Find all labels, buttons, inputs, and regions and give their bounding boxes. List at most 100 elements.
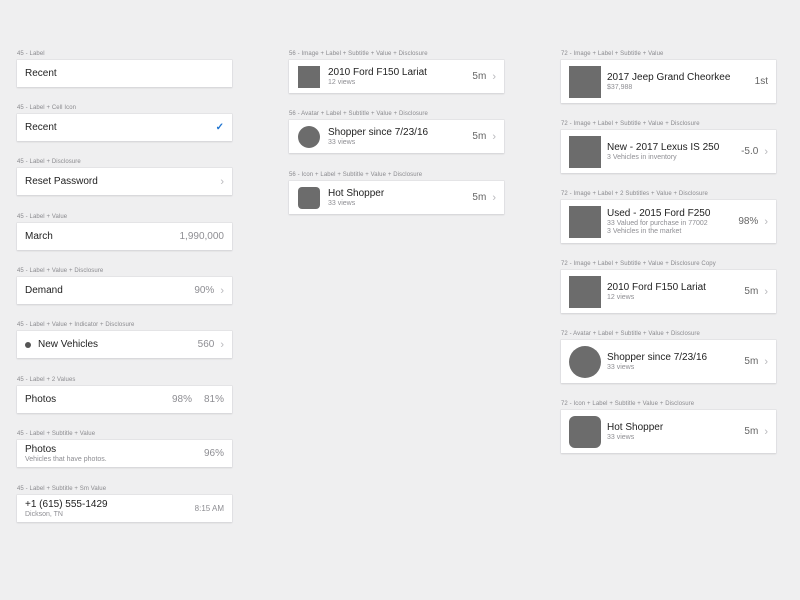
- chevron-right-icon: ›: [764, 285, 768, 298]
- cell-subtitle: 33 Valued for purchase in 77002: [607, 219, 708, 227]
- cell-label-2-values: 45 - Label + 2 Values Photos 98% 81%: [17, 376, 232, 413]
- cell-label-text: 2010 Ford F150 Lariat: [607, 281, 706, 293]
- cell-subtitle: 33 views: [328, 199, 356, 207]
- cell-caption: 72 - Image + Label + Subtitle + Value: [561, 51, 664, 57]
- chevron-right-icon: ›: [764, 355, 768, 368]
- cell-label-text: Shopper since 7/23/16: [328, 126, 429, 138]
- cell-value: 1,990,000: [179, 231, 225, 242]
- cell-subtitle: 33 views: [328, 138, 356, 146]
- cell-label-value-disclosure: 45 - Label + Value + Disclosure Demand 9…: [17, 267, 232, 304]
- cell-new-vehicles[interactable]: New Vehicles 560 ›: [17, 331, 232, 358]
- cell-avatar-56: 56 - Avatar + Label + Subtitle + Value +…: [289, 110, 504, 153]
- vehicle-image: [569, 275, 601, 308]
- cell-caption: 72 - Avatar + Label + Subtitle + Value +…: [561, 331, 700, 337]
- cell-label-subtitle-value: 45 - Label + Subtitle + Value Photos Veh…: [17, 430, 232, 467]
- cell-caption: 45 - Label + Disclosure: [17, 159, 81, 165]
- cell-label-text: Recent: [25, 67, 57, 79]
- cell-phone[interactable]: +1 (615) 555-1429 Dickson, TN 8:15 AM: [17, 495, 232, 522]
- cell-recent-checked[interactable]: Recent ✓: [17, 114, 232, 141]
- cell-value-1: 98%: [171, 394, 192, 405]
- cell-hot-shopper[interactable]: Hot Shopper 33 views 5m ›: [289, 181, 504, 214]
- cell-photos-subtitle[interactable]: Photos Vehicles that have photos. 96%: [17, 440, 232, 467]
- cell-value: 560: [197, 339, 215, 350]
- cell-value: 98%: [738, 216, 759, 227]
- chevron-right-icon: ›: [220, 284, 224, 297]
- cell-caption: 72 - Icon + Label + Subtitle + Value + D…: [561, 401, 695, 407]
- cell-lexus[interactable]: New - 2017 Lexus IS 250 3 Vehicles in in…: [561, 130, 776, 173]
- avatar: [569, 345, 601, 378]
- cell-subtitle: Dickson, TN: [25, 510, 63, 518]
- cell-image-disclosure-copy-72: 72 - Image + Label + Subtitle + Value + …: [561, 260, 776, 313]
- cell-demand[interactable]: Demand 90% ›: [17, 277, 232, 304]
- cell-label-value-indicator: 45 - Label + Value + Indicator + Disclos…: [17, 321, 232, 358]
- cell-subtitle: 12 views: [328, 78, 356, 86]
- cell-caption: 72 - Image + Label + Subtitle + Value + …: [561, 121, 700, 127]
- cell-caption: 56 - Icon + Label + Subtitle + Value + D…: [289, 172, 423, 178]
- cell-jeep[interactable]: 2017 Jeep Grand Cheorkee $37,988 1st: [561, 60, 776, 103]
- cell-label: 45 - Label Recent: [17, 50, 232, 87]
- cell-hot-shopper-72[interactable]: Hot Shopper 33 views 5m ›: [561, 410, 776, 453]
- cell-caption: 45 - Label + Value: [17, 214, 68, 220]
- status-dot-icon: [25, 341, 31, 348]
- cell-caption: 56 - Avatar + Label + Subtitle + Value +…: [289, 111, 428, 117]
- cell-ford-f150[interactable]: 2010 Ford F150 Lariat 12 views 5m ›: [289, 60, 504, 93]
- cell-avatar-72: 72 - Avatar + Label + Subtitle + Value +…: [561, 330, 776, 383]
- cell-shopper-72[interactable]: Shopper since 7/23/16 33 views 5m ›: [561, 340, 776, 383]
- cell-subtitle-2: 3 Vehicles in the market: [607, 227, 682, 235]
- cell-caption: 45 - Label + Subtitle + Sm Value: [17, 486, 107, 492]
- cell-value: 96%: [203, 448, 224, 459]
- cell-shopper[interactable]: Shopper since 7/23/16 33 views 5m ›: [289, 120, 504, 153]
- cell-value-2: 81%: [203, 394, 224, 405]
- cell-label-text: Shopper since 7/23/16: [607, 351, 708, 363]
- chevron-right-icon: ›: [220, 175, 224, 188]
- chevron-right-icon: ›: [492, 130, 496, 143]
- cell-image-72: 72 - Image + Label + Subtitle + Value 20…: [561, 50, 776, 103]
- cell-label-text: Recent: [25, 121, 57, 133]
- cell-subtitle: 3 Vehicles in inventory: [607, 153, 677, 161]
- cell-label-value: 45 - Label + Value March 1,990,000: [17, 213, 232, 250]
- cell-ford-f150-72[interactable]: 2010 Ford F150 Lariat 12 views 5m ›: [561, 270, 776, 313]
- cell-label-text: Reset Password: [25, 175, 98, 187]
- cell-value: 5m: [744, 356, 759, 367]
- cell-label-disclosure: 45 - Label + Disclosure Reset Password ›: [17, 158, 232, 195]
- cell-caption: 72 - Image + Label + 2 Subtitles + Value…: [561, 191, 708, 197]
- cell-caption: 45 - Label + Cell Icon: [17, 105, 77, 111]
- cell-label-text: Photos: [25, 443, 57, 455]
- cell-icon-56: 56 - Icon + Label + Subtitle + Value + D…: [289, 171, 504, 214]
- cell-label-icon: 45 - Label + Cell Icon Recent ✓: [17, 104, 232, 141]
- cell-label-text: 2017 Jeep Grand Cheorkee: [607, 71, 731, 83]
- cell-subtitle: 12 views: [607, 293, 635, 301]
- cell-subtitle: 33 views: [607, 363, 635, 371]
- hot-shopper-icon: [298, 186, 320, 209]
- cell-recent[interactable]: Recent: [17, 60, 232, 87]
- cell-march[interactable]: March 1,990,000: [17, 223, 232, 250]
- cell-image-disclosure-72: 72 - Image + Label + Subtitle + Value + …: [561, 120, 776, 173]
- cell-image-2subs-72: 72 - Image + Label + 2 Subtitles + Value…: [561, 190, 776, 243]
- vehicle-image: [298, 65, 320, 88]
- chevron-right-icon: ›: [764, 425, 768, 438]
- chevron-right-icon: ›: [492, 70, 496, 83]
- chevron-right-icon: ›: [764, 145, 768, 158]
- cell-label-text: New - 2017 Lexus IS 250: [607, 141, 720, 153]
- cell-ford-f250[interactable]: Used - 2015 Ford F250 33 Valued for purc…: [561, 200, 776, 243]
- chevron-right-icon: ›: [220, 338, 224, 351]
- cell-icon-72: 72 - Icon + Label + Subtitle + Value + D…: [561, 400, 776, 453]
- checkmark-icon: ✓: [215, 122, 224, 133]
- cell-value: 90%: [194, 285, 215, 296]
- cell-value: 5m: [472, 192, 487, 203]
- cell-label-text: Used - 2015 Ford F250: [607, 207, 711, 219]
- cell-subtitle: 33 views: [607, 433, 635, 441]
- cell-label-text: March: [25, 230, 53, 242]
- cell-value: 5m: [472, 131, 487, 142]
- cell-caption: 45 - Label: [17, 51, 45, 57]
- cell-caption: 45 - Label + 2 Values: [17, 377, 76, 383]
- cell-value: 5m: [744, 286, 759, 297]
- cell-value: 5m: [472, 71, 487, 82]
- cell-label-text: New Vehicles: [38, 338, 99, 350]
- cell-value: 5m: [744, 426, 759, 437]
- cell-caption: 56 - Image + Label + Subtitle + Value + …: [289, 51, 428, 57]
- cell-photos-values[interactable]: Photos 98% 81%: [17, 386, 232, 413]
- hot-shopper-icon: [569, 415, 601, 448]
- cell-value: -5.0: [741, 146, 759, 157]
- cell-reset-password[interactable]: Reset Password ›: [17, 168, 232, 195]
